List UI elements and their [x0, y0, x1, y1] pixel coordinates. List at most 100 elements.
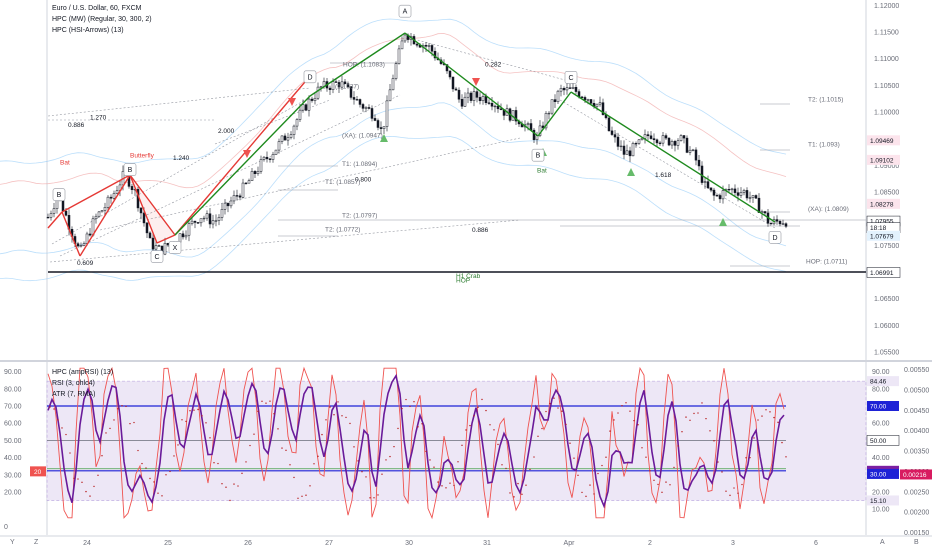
candle-body [745, 190, 749, 199]
atr-dot [273, 413, 275, 415]
pattern-point[interactable]: X [168, 241, 182, 254]
candle-body [196, 222, 200, 224]
pattern-point[interactable]: B [52, 188, 66, 201]
time-axis[interactable]: 24 25 26 27 30 31 Apr 2 3 6 [0, 535, 932, 547]
candle-body [469, 92, 473, 101]
axis-corner-labels: Y Z A B [10, 539, 919, 546]
rsi-level-badge[interactable]: 0.00216 [900, 469, 932, 480]
atr-dot [617, 412, 619, 414]
candle-body [280, 135, 284, 142]
candle-body [310, 98, 314, 101]
annotation-label: T1: (1.0857) [325, 179, 360, 186]
atr-dot [645, 456, 647, 458]
atr-dot [529, 468, 531, 471]
candle-body [286, 137, 290, 141]
atr-dot [477, 406, 479, 409]
pattern-point[interactable]: C [150, 250, 164, 263]
corner-a-label[interactable]: A [880, 539, 885, 546]
atr-dot [61, 427, 63, 429]
rsi-level-badge[interactable]: 70.00 [867, 401, 899, 411]
price-badge[interactable]: 1.08278 [867, 198, 900, 209]
price-axis[interactable]: 1.120001.115001.110001.105001.100001.095… [866, 3, 901, 357]
atr-tick-label: 0.00400 [904, 428, 929, 435]
atr-dot [301, 495, 303, 497]
rsi-level-badge[interactable]: 15.10 [867, 495, 899, 506]
atr-dot [125, 405, 127, 408]
pattern-point[interactable]: B [123, 163, 137, 176]
candle-body [250, 171, 254, 181]
candle-body [490, 103, 494, 107]
rsi-level-badge-text: 70.00 [870, 404, 887, 411]
rsi-left-tick: 40.00 [4, 455, 22, 462]
candle-body [295, 119, 299, 127]
atr-dot [189, 410, 191, 412]
candle-body [634, 143, 638, 145]
pattern-point[interactable]: C [564, 71, 578, 84]
candle-body [355, 99, 359, 101]
price-badge[interactable]: 1.09469 [867, 135, 900, 146]
atr-dot [573, 457, 575, 459]
candle-body [112, 193, 116, 199]
candle-body [334, 81, 338, 83]
candle-body [430, 45, 434, 52]
price-badge[interactable]: 1.06991 [866, 267, 901, 278]
rsi-left-badge[interactable]: 20 [30, 466, 46, 477]
price-tick-label: 1.07500 [874, 243, 899, 250]
atr-dot [181, 419, 183, 421]
atr-dot [393, 445, 395, 448]
corner-z-label: Z [34, 539, 39, 546]
candle [607, 117, 611, 132]
pattern-point[interactable]: A [398, 4, 412, 18]
atr-dot [201, 415, 203, 417]
atr-dot [765, 409, 767, 411]
atr-dot [729, 494, 731, 497]
atr-dot [701, 402, 703, 404]
price-tick-label: 1.10500 [874, 83, 899, 90]
candle-body [247, 180, 251, 184]
atr-dot [133, 421, 135, 424]
pattern-point[interactable]: D [303, 70, 317, 84]
atr-dot [425, 450, 427, 453]
candle-body [82, 243, 86, 246]
price-badge[interactable]: 1.07679 [867, 230, 900, 241]
price-badge-text: 1.09102 [870, 157, 894, 164]
candle-body [115, 190, 119, 194]
candle-body [478, 97, 482, 102]
atr-dot [673, 466, 675, 469]
time-tick-label: 2 [648, 540, 652, 547]
atr-dot [521, 493, 523, 495]
atr-dot [397, 427, 399, 430]
rsi-left-tick: 60.00 [4, 421, 22, 428]
candle-body [751, 195, 755, 198]
candle-body [718, 195, 722, 200]
pattern-point[interactable]: B [531, 148, 545, 162]
rsi-level-badge[interactable]: 84.46 [867, 376, 899, 387]
price-badge[interactable]: 1.09102 [867, 154, 900, 165]
candle-body [106, 196, 110, 208]
annotation-label: HOP: (1.1083) [343, 62, 385, 69]
rsi-level-badge[interactable]: 30.00 [867, 468, 899, 479]
candle [544, 111, 548, 131]
candle-body [769, 223, 773, 225]
atr-dot [105, 432, 107, 434]
candle-body [229, 200, 233, 207]
atr-dot [77, 478, 79, 480]
candle-body [583, 97, 587, 101]
atr-dot [289, 464, 291, 466]
rsi-right-tick: 80.00 [872, 386, 890, 393]
candle-body [496, 105, 500, 110]
pattern-point[interactable]: D [768, 231, 782, 244]
annotation-label: HOP [456, 278, 470, 285]
candle-body [685, 137, 689, 153]
rsi-level-badge[interactable]: 50.00 [866, 435, 900, 446]
atr-dot [553, 397, 555, 399]
atr-dot [317, 455, 319, 458]
atr-dot [709, 430, 711, 432]
candle-body [193, 220, 197, 223]
candle-body [94, 215, 98, 220]
atr-dot [705, 417, 707, 420]
atr-dot [557, 407, 559, 409]
rsi-right-tick: 40.00 [872, 455, 890, 462]
atr-dot [741, 483, 743, 486]
corner-b-label[interactable]: B [914, 539, 919, 546]
